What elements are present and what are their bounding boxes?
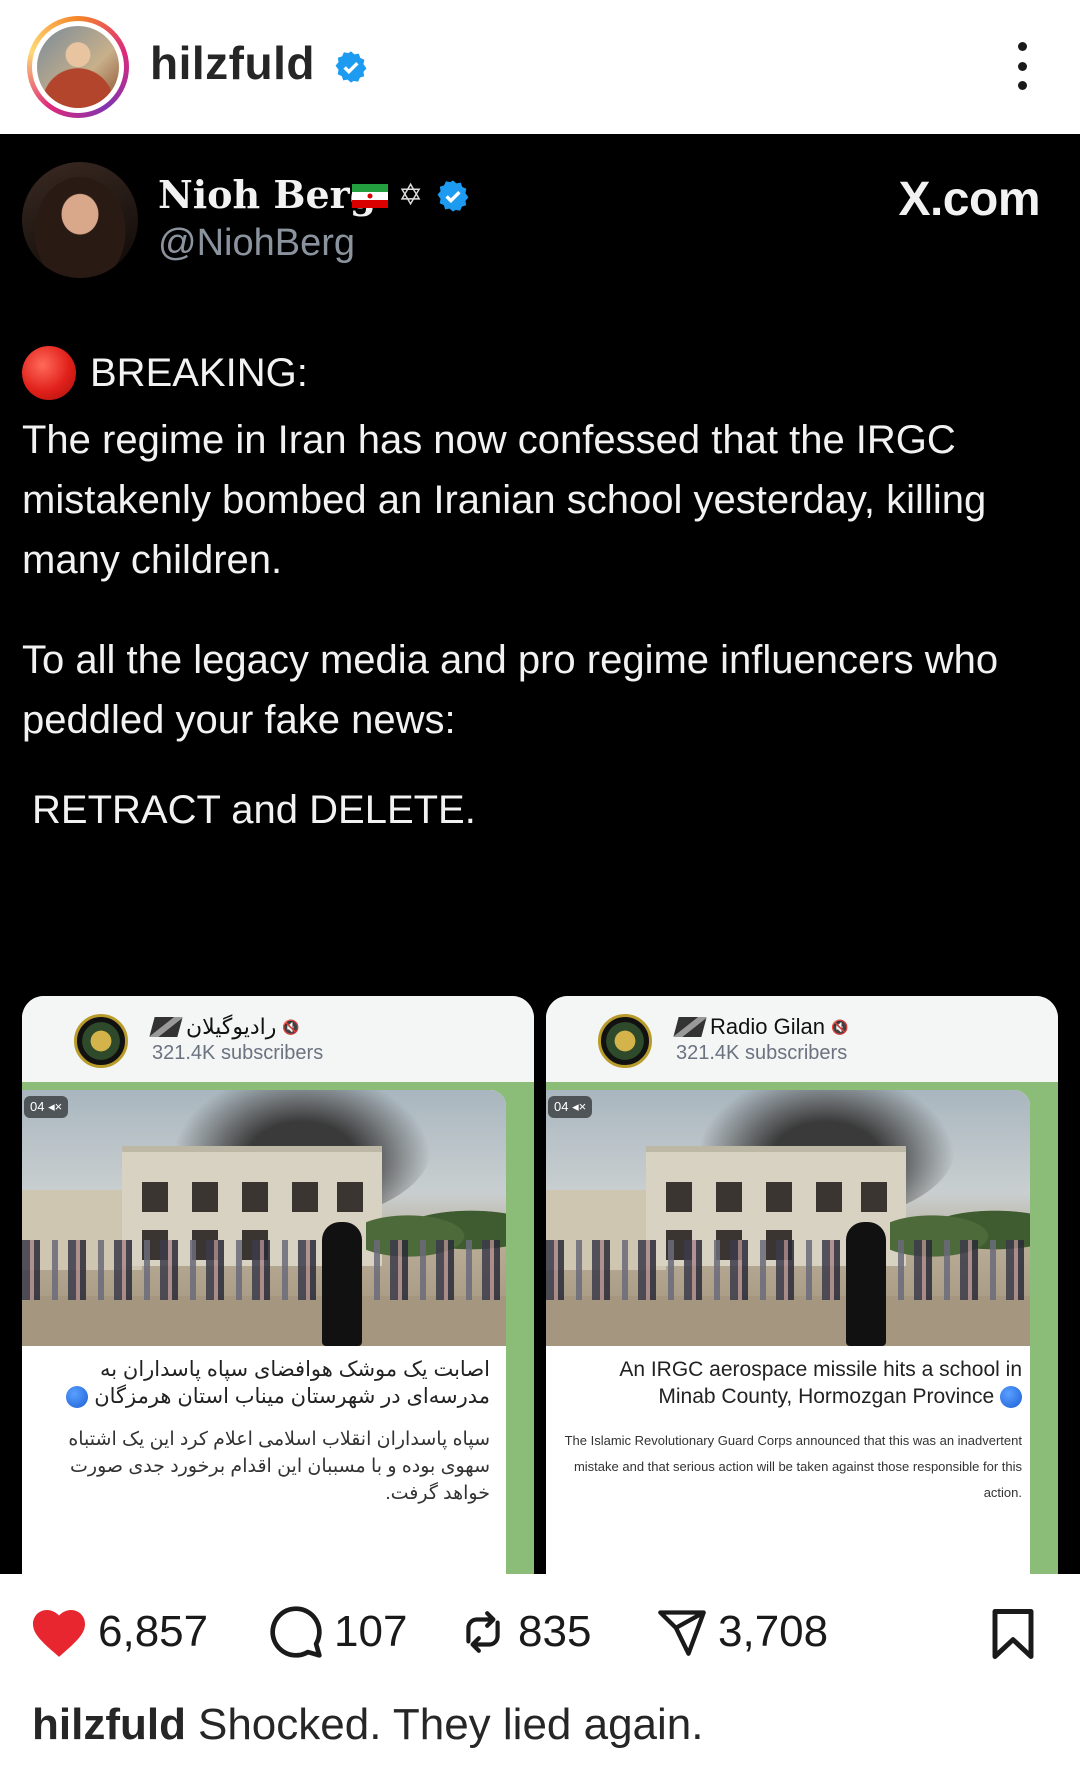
- video-thumbnail: 04 ◂×: [22, 1090, 506, 1346]
- message-body: سپاه پاسداران انقلاب اسلامی اعلام کرد ای…: [68, 1429, 490, 1504]
- message-headline: An IRGC aerospace missile hits a school …: [582, 1356, 1022, 1410]
- channel-title: راديوگيلان 🔇: [149, 1014, 300, 1040]
- message-bubble: 04 ◂× An IRGC aerospace missile hits a s…: [546, 1090, 1030, 1574]
- channel-subscribers: 321.4K subscribers: [152, 1042, 324, 1064]
- comment-icon: [270, 1606, 322, 1658]
- profile-avatar[interactable]: [27, 16, 129, 118]
- iran-flag-icon: [352, 184, 388, 208]
- share-count: 3,708: [718, 1607, 829, 1656]
- message-bubble: 04 ◂× اصابت یک موشک هوافضای سپاه پاسدارا…: [22, 1090, 506, 1574]
- caption-username[interactable]: hilzfuld: [32, 1700, 186, 1749]
- heart-icon: [33, 1610, 85, 1657]
- tweet-author-handle: @NiohBerg: [158, 222, 355, 264]
- post-username[interactable]: hilzfuld: [150, 36, 315, 90]
- blue-circle-icon: [1000, 1386, 1022, 1409]
- star-of-david-icon: ✡: [398, 179, 424, 212]
- repost-button[interactable]: 835: [458, 1604, 591, 1660]
- video-duration-badge: 04 ◂×: [548, 1096, 593, 1118]
- muted-icon: 🔇: [282, 1018, 300, 1035]
- channel-name: Radio Gilan: [710, 1014, 825, 1039]
- satellite-icon: [673, 1017, 707, 1037]
- tweet-paragraph-2: To all the legacy media and pro regime i…: [22, 638, 999, 742]
- embedded-image-persian: راديوگيلان 🔇 321.4K subscribers 04 ◂× اص…: [22, 996, 534, 1574]
- verified-badge-icon: [335, 51, 367, 83]
- bookmark-icon: [992, 1609, 1034, 1659]
- tweet-paragraph-3: RETRACT and DELETE.: [32, 788, 476, 832]
- tweet-paragraph-1: The regime in Iran has now confessed tha…: [22, 418, 987, 582]
- channel-header: راديوگيلان 🔇 321.4K subscribers: [22, 996, 534, 1082]
- tweet-author-name: Nioh Berg: [158, 172, 377, 217]
- tweet-author-avatar: [22, 162, 138, 278]
- video-duration-badge: 04 ◂×: [24, 1096, 69, 1118]
- blue-circle-icon: [66, 1386, 89, 1409]
- channel-title: Radio Gilan 🔇: [673, 1014, 849, 1040]
- video-thumbnail: 04 ◂×: [546, 1090, 1030, 1346]
- like-count: 6,857: [98, 1607, 209, 1656]
- post-caption: hilzfuld Shocked. They lied again.: [32, 1700, 704, 1750]
- tweet-verified-badge-icon: [437, 180, 469, 212]
- message-headline: اصابت یک موشک هوافضای سپاه پاسداران به م…: [50, 1356, 490, 1410]
- comment-count: 107: [334, 1607, 408, 1656]
- post-header: hilzfuld: [0, 0, 1080, 134]
- satellite-icon: [149, 1017, 183, 1037]
- breaking-label: BREAKING:: [90, 350, 308, 395]
- like-button[interactable]: 6,857: [30, 1604, 208, 1660]
- red-circle-icon: [22, 346, 76, 400]
- share-button[interactable]: 3,708: [656, 1604, 828, 1660]
- repost-count: 835: [518, 1607, 592, 1656]
- comment-button[interactable]: 107: [268, 1604, 407, 1660]
- more-options-icon[interactable]: [1010, 42, 1034, 90]
- muted-icon: 🔇: [830, 1018, 849, 1035]
- save-button[interactable]: [990, 1606, 1036, 1662]
- channel-subscribers: 321.4K subscribers: [676, 1042, 848, 1064]
- channel-header: Radio Gilan 🔇 321.4K subscribers: [546, 996, 1058, 1082]
- post-image[interactable]: Nioh Berg ✡ @NiohBerg X.com BREAKING: Th…: [0, 134, 1080, 1574]
- message-body: The Islamic Revolutionary Guard Corps an…: [564, 1433, 1022, 1500]
- source-site-label: X.com: [898, 173, 1040, 226]
- channel-name: راديوگيلان: [186, 1014, 277, 1039]
- share-icon: [658, 1610, 706, 1656]
- channel-avatar: [74, 1014, 128, 1068]
- post-actions-bar: 6,857 107 835 3,708: [0, 1574, 1080, 1690]
- avatar-image: [37, 26, 119, 108]
- repost-icon: [466, 1611, 500, 1653]
- headline-text: اصابت یک موشک هوافضای سپاه پاسداران به م…: [94, 1358, 490, 1408]
- channel-avatar: [598, 1014, 652, 1068]
- breaking-line: BREAKING:: [22, 346, 308, 400]
- headline-text: An IRGC aerospace missile hits a school …: [619, 1358, 1022, 1408]
- caption-text: Shocked. They lied again.: [197, 1700, 704, 1749]
- embedded-image-english: Radio Gilan 🔇 321.4K subscribers 04 ◂× A…: [546, 996, 1058, 1574]
